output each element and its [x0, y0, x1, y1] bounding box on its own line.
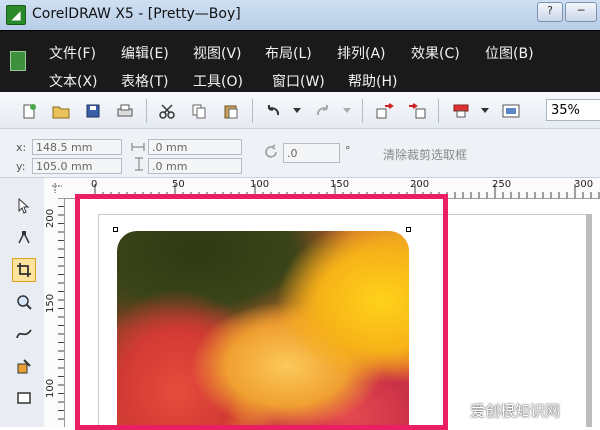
import-icon[interactable] — [374, 100, 396, 122]
highlight-annotation-frame — [75, 194, 448, 430]
width-icon — [131, 141, 145, 156]
menu-edit[interactable]: 编辑(E) — [121, 43, 169, 63]
redo-icon[interactable] — [312, 100, 334, 122]
coreldraw-app-icon[interactable]: ◢ — [6, 5, 26, 25]
window-title: CorelDRAW X5 - [Pretty—Boy] — [32, 6, 241, 22]
menu-window[interactable]: 窗口(W) — [272, 71, 325, 91]
rotation-angle-field[interactable]: .0 — [283, 143, 340, 163]
ruler-tick-label: 0 — [91, 179, 98, 190]
shape-tool-icon[interactable] — [12, 226, 36, 250]
ruler-tick-label: 100 — [45, 378, 56, 398]
menu-arrange[interactable]: 排列(A) — [337, 43, 386, 63]
ruler-tick-label: 300 — [574, 179, 594, 190]
ruler-tick-label: 150 — [330, 179, 350, 190]
toolbar-separator — [438, 99, 439, 123]
menu-bar: 文件(F) 编辑(E) 视图(V) 布局(L) 排列(A) 效果(C) 位图(B… — [0, 30, 600, 93]
width-field[interactable]: .0 mm — [148, 139, 242, 155]
menu-effects[interactable]: 效果(C) — [411, 43, 460, 63]
height-field[interactable]: .0 mm — [148, 158, 242, 174]
redo-dropdown-icon[interactable] — [340, 100, 354, 122]
pick-tool-icon[interactable] — [12, 194, 36, 218]
clear-crop-marquee-button[interactable]: 清除裁剪选取框 — [383, 146, 467, 163]
menu-tools[interactable]: 工具(O) — [193, 71, 243, 91]
property-bar: x: 148.5 mm y: 105.0 mm .0 mm .0 mm .0 °… — [0, 129, 600, 178]
smart-fill-tool-icon[interactable] — [12, 354, 36, 378]
welcome-screen-icon[interactable] — [500, 100, 522, 122]
standard-toolbar: 35% — [0, 92, 600, 129]
print-icon[interactable] — [114, 100, 136, 122]
menu-view[interactable]: 视图(V) — [193, 43, 242, 63]
crop-tool-icon[interactable] — [12, 258, 36, 282]
zoom-tool-icon[interactable] — [12, 290, 36, 314]
degree-symbol: ° — [345, 144, 351, 157]
menu-bitmaps[interactable]: 位图(B) — [485, 43, 534, 63]
help-button[interactable]: ? — [537, 2, 563, 22]
menu-file[interactable]: 文件(F) — [49, 43, 96, 63]
ruler-tick-label: 250 — [492, 179, 512, 190]
ruler-tick-label: 100 — [250, 179, 270, 190]
ruler-origin-icon[interactable] — [52, 182, 62, 196]
menu-layout[interactable]: 布局(L) — [265, 43, 312, 63]
export-icon[interactable] — [406, 100, 428, 122]
new-document-icon[interactable] — [18, 100, 40, 122]
cut-icon[interactable] — [156, 100, 178, 122]
toolbar-separator — [252, 99, 253, 123]
rotation-icon — [264, 144, 280, 163]
y-position-field[interactable]: 105.0 mm — [32, 158, 122, 174]
application-launcher-icon[interactable] — [450, 100, 472, 122]
menu-table[interactable]: 表格(T) — [121, 71, 168, 91]
ruler-tick-label: 200 — [45, 208, 56, 228]
watermark-text: 爱创根知识网 — [470, 402, 561, 420]
ruler-tick-label: 50 — [172, 179, 185, 190]
title-bar: ◢ CorelDRAW X5 - [Pretty—Boy] ? ─ — [0, 0, 600, 30]
open-folder-icon[interactable] — [50, 100, 72, 122]
x-position-field[interactable]: 148.5 mm — [32, 139, 122, 155]
x-label: x: — [16, 141, 27, 154]
undo-dropdown-icon[interactable] — [290, 100, 304, 122]
menu-help[interactable]: 帮助(H) — [348, 71, 397, 91]
save-icon[interactable] — [82, 100, 104, 122]
menu-text[interactable]: 文本(X) — [49, 71, 98, 91]
toolbox — [0, 178, 45, 427]
copy-icon[interactable] — [188, 100, 210, 122]
ruler-tick-label: 150 — [45, 293, 56, 313]
launcher-dropdown-icon[interactable] — [478, 100, 492, 122]
page-shadow — [585, 214, 592, 427]
toolbar-separator — [362, 99, 363, 123]
ruler-tick-label: 200 — [410, 179, 430, 190]
minimize-button[interactable]: ─ — [565, 2, 597, 22]
y-label: y: — [16, 160, 26, 173]
freehand-tool-icon[interactable] — [12, 322, 36, 346]
undo-icon[interactable] — [262, 100, 284, 122]
rectangle-tool-icon[interactable] — [12, 386, 36, 410]
paste-icon[interactable] — [220, 100, 242, 122]
height-icon — [134, 157, 144, 174]
zoom-level-input[interactable]: 35% — [546, 99, 600, 121]
vertical-ruler[interactable]: 200 150 100 — [44, 198, 65, 427]
toolbar-separator — [146, 99, 147, 123]
document-icon[interactable] — [10, 51, 26, 71]
